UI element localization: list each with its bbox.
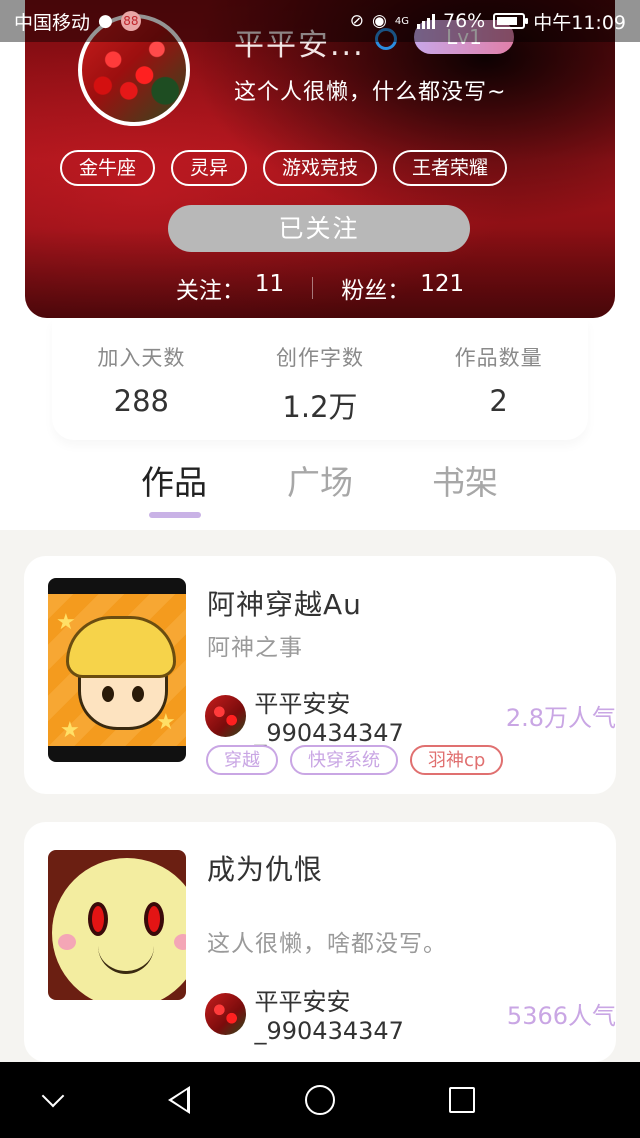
popularity-count: 5366人气 <box>506 1002 616 1030</box>
profile-tag[interactable]: 金牛座 <box>60 150 156 186</box>
hide-nav-button[interactable] <box>30 1062 76 1138</box>
system-nav-bar <box>0 1062 640 1138</box>
stat-value: 288 <box>113 384 169 418</box>
work-tag[interactable]: 穿越 <box>206 745 278 775</box>
signal-icon <box>417 13 435 29</box>
counts-divider <box>312 277 314 299</box>
work-title[interactable]: 成为仇恨 <box>207 848 323 888</box>
work-cover[interactable]: ★ ★ ★ <box>48 578 186 762</box>
work-author-row: 平平安安_990434347 5366人气 <box>205 982 616 1045</box>
follow-counts: 关注： 11 粉丝： 121 <box>0 270 640 306</box>
star-icon: ★ <box>60 718 80 743</box>
cartoon-cheek <box>174 934 186 950</box>
cartoon-eye <box>144 902 164 936</box>
following-count[interactable]: 关注： 11 <box>176 271 284 305</box>
cartoon-eye <box>102 686 114 702</box>
fans-value: 121 <box>420 271 465 297</box>
stat-value: 2 <box>489 384 508 418</box>
following-label: 关注： <box>175 278 245 304</box>
popularity-count: 2.8万人气 <box>505 704 616 732</box>
clock: 中午11:09 <box>533 11 626 34</box>
profile-tag[interactable]: 游戏竞技 <box>263 150 378 186</box>
work-tags: 穿越 快穿系统 羽神cp <box>206 745 504 775</box>
stat-word-count: 创作字数 1.2万 <box>245 342 395 440</box>
content-tabs: 作品 广场 书架 <box>0 448 640 528</box>
back-triangle-icon <box>168 1086 190 1114</box>
cartoon-eye <box>88 902 108 936</box>
chevron-down-icon <box>41 1084 65 1108</box>
stat-join-days: 加入天数 288 <box>66 342 216 440</box>
work-title[interactable]: 阿神穿越Au <box>207 583 362 623</box>
work-cover[interactable] <box>48 850 186 1000</box>
work-tag[interactable]: 羽神cp <box>410 745 504 775</box>
work-card[interactable]: ★ ★ ★ 阿神穿越Au 阿神之事 平平安安_990434347 2.8万人气 … <box>24 556 616 794</box>
author-avatar[interactable] <box>205 992 247 1035</box>
profile-tag[interactable]: 灵异 <box>171 150 248 186</box>
author-name[interactable]: 平平安安_990434347 <box>254 684 496 747</box>
profile-tag[interactable]: 王者荣耀 <box>393 150 508 186</box>
eye-icon: ◉ <box>372 11 387 31</box>
cartoon-head <box>52 858 186 1000</box>
back-button[interactable] <box>156 1062 202 1138</box>
tab-square[interactable]: 广场 <box>260 456 380 504</box>
following-value: 11 <box>254 271 285 297</box>
profile-bio: 这个人很懒，什么都没写~ <box>234 80 507 105</box>
battery-percent: 76% <box>443 10 486 32</box>
work-tag[interactable]: 快穿系统 <box>290 745 398 775</box>
network-type: 4G <box>394 15 409 27</box>
star-icon: ★ <box>56 610 76 635</box>
tab-works[interactable]: 作品 <box>114 456 234 504</box>
stat-value: 1.2万 <box>282 390 358 424</box>
profile-tags: 金牛座 灵异 游戏竞技 王者荣耀 <box>60 150 508 186</box>
stat-label: 加入天数 <box>97 346 186 370</box>
fans-count[interactable]: 粉丝： 121 <box>341 271 464 305</box>
tab-indicator <box>149 512 201 518</box>
battery-icon <box>493 13 529 29</box>
home-circle-icon <box>305 1085 335 1115</box>
recents-button[interactable] <box>439 1062 485 1138</box>
work-card[interactable]: 成为仇恨 这人很懒，啥都没写。 平平安安_990434347 5366人气 <box>24 822 616 1062</box>
author-name[interactable]: 平平安安_990434347 <box>254 982 496 1045</box>
stat-label: 作品数量 <box>454 346 543 370</box>
stat-works-count: 作品数量 2 <box>424 342 574 440</box>
cartoon-eye <box>132 686 144 702</box>
wechat-icon: ● <box>98 11 113 31</box>
home-button[interactable] <box>297 1062 343 1138</box>
status-bar: 中国移动 ● 88 ⊘ ◉ 4G 76% 中午11:09 <box>0 0 640 42</box>
tab-bookshelf[interactable]: 书架 <box>405 456 525 504</box>
notification-badge: 88 <box>120 11 141 31</box>
silent-icon: ⊘ <box>349 11 365 31</box>
cartoon-cheek <box>58 934 76 950</box>
follow-button[interactable]: 已关注 <box>168 205 470 252</box>
work-subtitle: 这人很懒，啥都没写。 <box>207 931 447 957</box>
work-subtitle: 阿神之事 <box>207 635 303 661</box>
recents-square-icon <box>449 1087 475 1113</box>
stat-label: 创作字数 <box>275 346 364 370</box>
work-author-row: 平平安安_990434347 2.8万人气 <box>205 684 616 747</box>
carrier-text: 中国移动 <box>14 11 91 34</box>
author-avatar[interactable] <box>205 694 247 737</box>
stats-card: 加入天数 288 创作字数 1.2万 作品数量 2 <box>52 318 588 440</box>
fans-label: 粉丝： <box>341 278 411 304</box>
